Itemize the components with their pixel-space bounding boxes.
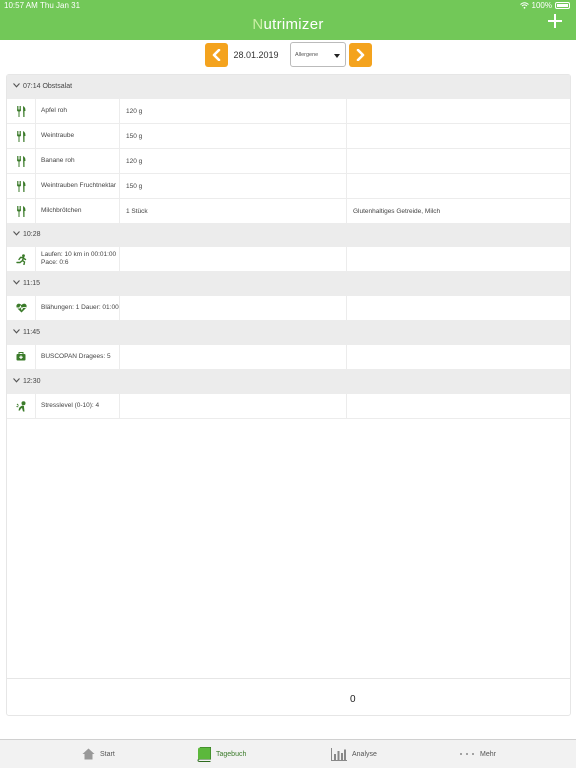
entry-name: Blähungen: 1 Dauer: 01:00 [35,296,119,320]
entry-allergens [346,149,570,173]
battery-percent: 100% [531,1,552,10]
entry-amount [119,296,346,320]
tab-tagebuch[interactable]: Tagebuch [197,746,247,762]
chevron-down-icon [13,280,20,285]
diary-table: 07:14 Obstsalat Apfel roh 120 g Weintrau… [6,74,571,716]
entry-extra [346,296,570,320]
list-item[interactable]: Stresslevel (0-10): 4 [7,394,570,419]
list-item[interactable]: Milchbrötchen 1 Stück Glutenhaltiges Get… [7,199,570,224]
status-right: 100% [519,1,570,10]
entry-name: Banane roh [35,149,119,173]
entry-amount: 150 g [119,124,346,148]
fork-knife-icon [17,206,26,217]
list-item[interactable]: Banane roh 120 g [7,149,570,174]
list-item[interactable]: Weintrauben Fruchtnektar 150 g [7,174,570,199]
group-header[interactable]: 11:45 [7,321,570,345]
entry-name: Weintraube [35,124,119,148]
entry-amount: 120 g [119,149,346,173]
fork-knife-icon [17,131,26,142]
tab-analyse[interactable]: Analyse [331,747,377,761]
fork-knife-icon [17,106,26,117]
chevron-left-icon [212,49,221,61]
list-item[interactable]: Apfel roh 120 g [7,99,570,124]
list-item[interactable]: Laufen: 10 km in 00:01:00 Pace: 0:6 [7,247,570,272]
add-entry-button[interactable] [548,14,562,28]
entry-name: Weintrauben Fruchtnektar [35,174,119,198]
battery-icon [555,2,570,9]
entry-extra [346,345,570,369]
fork-knife-icon [17,181,26,192]
dropdown-arrow-icon [334,54,340,58]
heart-pulse-icon [16,303,27,313]
app-header: 10:57 AM Thu Jan 31 100% Nutrimizer [0,0,576,40]
allergen-select[interactable]: Allergene [290,42,346,67]
bar-chart-icon [331,747,347,761]
entry-name: Stresslevel (0-10): 4 [35,394,119,418]
tab-label: Start [100,750,115,758]
wifi-icon [519,2,529,9]
group-title: 11:15 [23,280,40,287]
entry-allergens [346,174,570,198]
group-title: 07:14 Obstsalat [23,83,73,90]
list-item[interactable]: Weintraube 150 g [7,124,570,149]
entry-name: Milchbrötchen [35,199,119,223]
chevron-down-icon [13,329,20,334]
entry-allergens [346,124,570,148]
running-icon [16,254,27,265]
group-header[interactable]: 10:28 [7,223,570,247]
summary-total: 0 [350,694,356,705]
chevron-down-icon [13,231,20,236]
group-title: 10:28 [23,231,41,238]
app-title-initial: N [252,16,264,33]
fork-knife-icon [17,156,26,167]
medkit-icon [16,352,26,361]
entry-name: BUSCOPAN Dragees: 5 [35,345,119,369]
list-item[interactable]: Blähungen: 1 Dauer: 01:00 [7,296,570,321]
chevron-down-icon [13,83,20,88]
group-title: 12:30 [23,378,41,385]
entry-amount: 1 Stück [119,199,346,223]
chevron-down-icon [13,378,20,383]
more-dots-icon [460,753,474,755]
previous-day-button[interactable] [205,43,228,67]
summary-footer: 0 [7,678,570,716]
entry-amount [119,247,346,271]
entry-name: Apfel roh [35,99,119,123]
entry-name: Laufen: 10 km in 00:01:00 Pace: 0:6 [35,247,119,271]
list-item[interactable]: BUSCOPAN Dragees: 5 [7,345,570,370]
next-day-button[interactable] [349,43,372,67]
entry-allergens: Glutenhaltiges Getreide, Milch [346,199,570,223]
status-date: Thu Jan 31 [40,1,81,10]
tab-label: Mehr [480,750,496,758]
tab-bar: Start Tagebuch Analyse Mehr [0,739,576,768]
entry-amount: 120 g [119,99,346,123]
group-header[interactable]: 12:30 [7,370,570,394]
group-header[interactable]: 07:14 Obstsalat [7,75,570,99]
tab-start[interactable]: Start [82,747,115,761]
group-header[interactable]: 11:15 [7,272,570,296]
entry-extra [346,247,570,271]
tab-mehr[interactable]: Mehr [459,747,496,761]
stress-icon [16,401,26,412]
home-icon [82,748,95,760]
status-time: 10:57 AM [4,1,38,10]
entry-allergens [346,99,570,123]
entry-amount [119,345,346,369]
status-bar: 10:57 AM Thu Jan 31 100% [0,1,576,12]
entry-amount [119,394,346,418]
group-title: 11:45 [23,329,40,336]
allergen-select-label: Allergene [295,52,319,58]
book-icon [197,746,211,762]
tab-label: Tagebuch [216,750,247,758]
entry-extra [346,394,570,418]
app-title-rest: utrimizer [263,16,324,33]
tab-label: Analyse [352,750,377,758]
app-title: Nutrimizer [0,16,576,33]
chevron-right-icon [356,49,365,61]
current-date[interactable]: 28.01.2019 [230,50,282,60]
entry-amount: 150 g [119,174,346,198]
